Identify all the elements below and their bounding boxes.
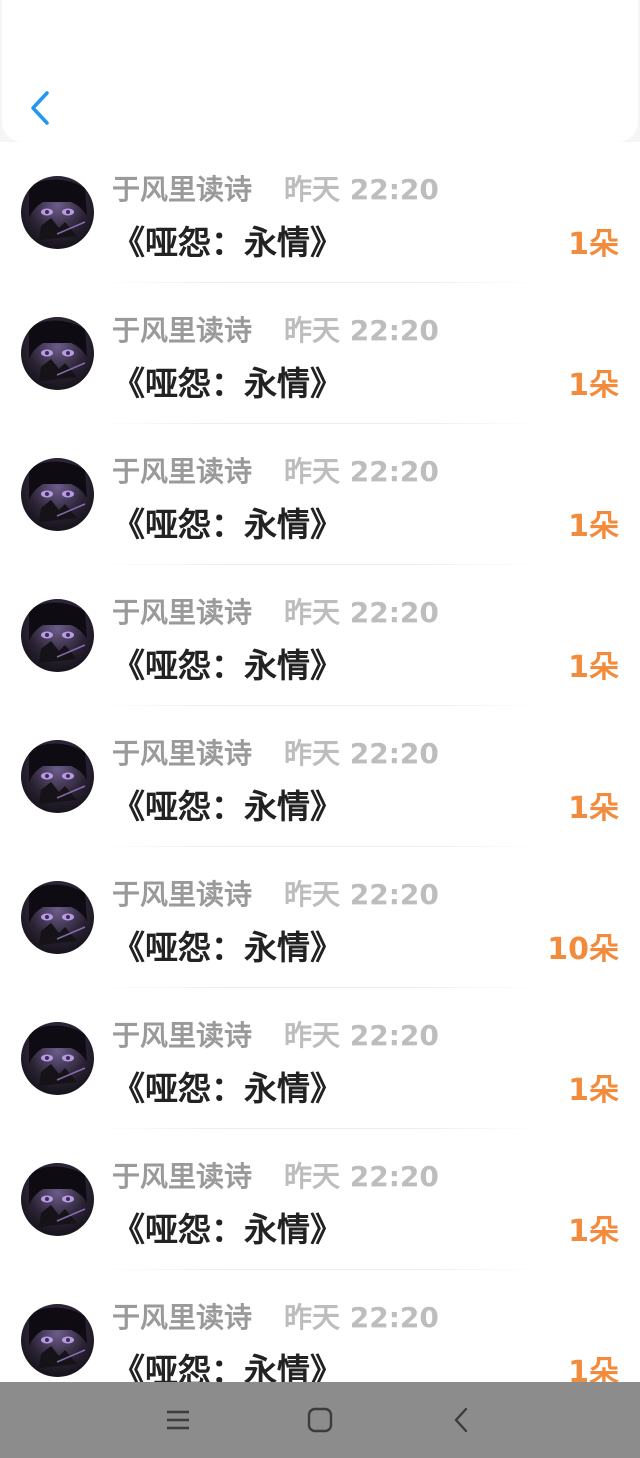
list-item[interactable]: 于风里读诗 昨天 22:20 《哑怨：永情》 1朵 [0,988,640,1129]
avatar[interactable] [21,1022,94,1095]
home-square-icon [307,1407,333,1433]
avatar[interactable] [21,1304,94,1377]
timestamp: 昨天 22:20 [284,1019,439,1052]
menu-button[interactable] [160,1402,196,1438]
system-back-button[interactable] [443,1402,479,1438]
avatar[interactable] [21,176,94,249]
timestamp: 昨天 22:20 [284,173,439,206]
work-title: 《哑怨：永情》 [112,1351,343,1382]
list-item[interactable]: 于风里读诗 昨天 22:20 《哑怨：永情》 1朵 [0,424,640,565]
timestamp: 昨天 22:20 [284,596,439,629]
avatar[interactable] [21,881,94,954]
flower-count: 10朵 [547,932,619,967]
avatar[interactable] [21,317,94,390]
list-item[interactable]: 于风里读诗 昨天 22:20 《哑怨：永情》 1朵 [0,565,640,706]
sender-name: 于风里读诗 [112,1160,253,1193]
sender-name: 于风里读诗 [112,737,253,770]
flower-count: 1朵 [568,368,619,403]
work-title: 《哑怨：永情》 [112,646,343,685]
timestamp: 昨天 22:20 [284,878,439,911]
timestamp: 昨天 22:20 [284,455,439,488]
timestamp: 昨天 22:20 [284,314,439,347]
sender-name: 于风里读诗 [112,1301,253,1334]
work-title: 《哑怨：永情》 [112,223,343,262]
sender-name: 于风里读诗 [112,596,253,629]
list-item[interactable]: 于风里读诗 昨天 22:20 《哑怨：永情》 1朵 [0,706,640,847]
avatar[interactable] [21,1163,94,1236]
list-item[interactable]: 于风里读诗 昨天 22:20 《哑怨：永情》 1朵 [0,1270,640,1382]
sender-name: 于风里读诗 [112,173,253,206]
flower-count: 1朵 [568,509,619,544]
list-item[interactable]: 于风里读诗 昨天 22:20 《哑怨：永情》 10朵 [0,847,640,988]
timestamp: 昨天 22:20 [284,1301,439,1334]
back-arrow-icon [454,1407,468,1433]
flower-count: 1朵 [568,1214,619,1249]
avatar[interactable] [21,740,94,813]
avatar[interactable] [21,458,94,531]
work-title: 《哑怨：永情》 [112,364,343,403]
gift-record-list[interactable]: 于风里读诗 昨天 22:20 《哑怨：永情》 1朵 于风里读诗 昨天 22:20… [0,142,640,1382]
sender-name: 于风里读诗 [112,314,253,347]
work-title: 《哑怨：永情》 [112,1069,343,1108]
chevron-left-icon [31,91,49,125]
work-title: 《哑怨：永情》 [112,1210,343,1249]
list-item[interactable]: 于风里读诗 昨天 22:20 《哑怨：永情》 1朵 [0,283,640,424]
sender-name: 于风里读诗 [112,878,253,911]
back-button[interactable] [20,86,60,130]
list-item[interactable]: 于风里读诗 昨天 22:20 《哑怨：永情》 1朵 [0,1129,640,1270]
flower-count: 1朵 [568,650,619,685]
flower-count: 1朵 [568,791,619,826]
flower-count: 1朵 [568,227,619,262]
timestamp: 昨天 22:20 [284,1160,439,1193]
menu-icon [167,1410,189,1430]
flower-count: 1朵 [568,1355,619,1382]
list-item[interactable]: 于风里读诗 昨天 22:20 《哑怨：永情》 1朵 [0,142,640,283]
sender-name: 于风里读诗 [112,1019,253,1052]
avatar[interactable] [21,599,94,672]
system-navigation-bar [0,1382,640,1458]
timestamp: 昨天 22:20 [284,737,439,770]
work-title: 《哑怨：永情》 [112,505,343,544]
flower-count: 1朵 [568,1073,619,1108]
work-title: 《哑怨：永情》 [112,928,343,967]
sender-name: 于风里读诗 [112,455,253,488]
work-title: 《哑怨：永情》 [112,787,343,826]
header-bar [2,0,638,142]
home-button[interactable] [302,1402,338,1438]
